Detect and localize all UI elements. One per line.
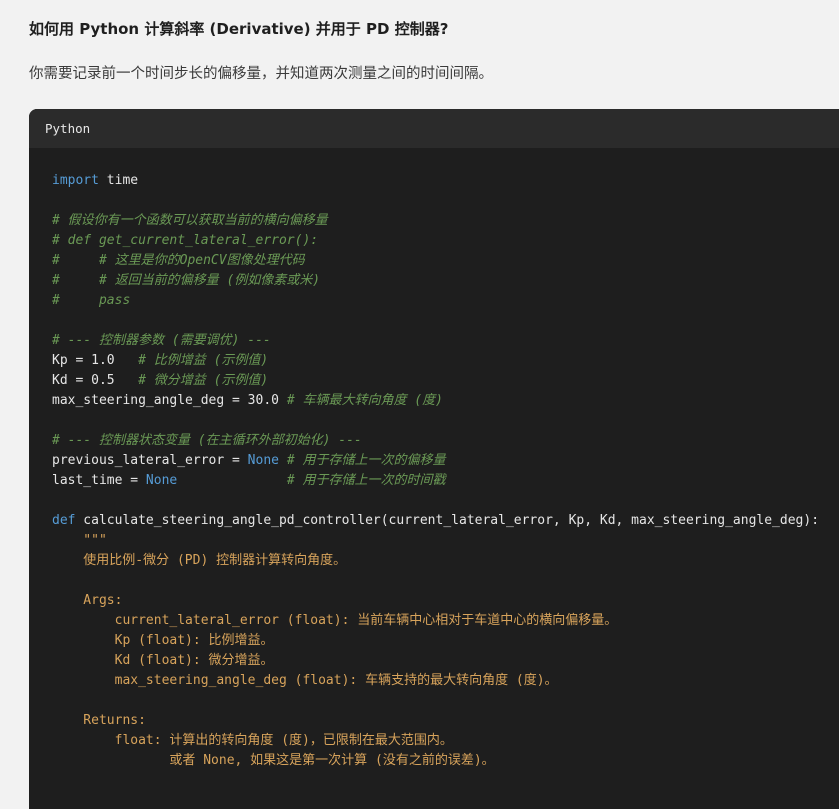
code-token: Kd (float): 微分增益。 — [52, 653, 274, 668]
code-token: calculate_steering_angle_pd_controller(c… — [75, 513, 820, 528]
code-line: current_lateral_error (float): 当前车辆中心相对于… — [52, 611, 819, 631]
code-token: None — [247, 453, 279, 468]
code-token: 或者 None, 如果这是第一次计算 (没有之前的误差)。 — [52, 753, 495, 768]
code-token: # --- 控制器状态变量 (在主循环外部初始化) --- — [52, 433, 362, 448]
code-token: # 用于存储上一次的偏移量 — [286, 453, 446, 468]
code-line: previous_lateral_error = None # 用于存储上一次的… — [52, 451, 819, 471]
code-line: Args: — [52, 591, 819, 611]
code-line: Kp (float): 比例增益。 — [52, 631, 819, 651]
code-token: max_steering_angle_deg = 30.0 — [52, 393, 287, 408]
code-token: """ — [52, 533, 107, 548]
code-token: current_lateral_error (float): 当前车辆中心相对于… — [52, 613, 618, 628]
code-line: Kd (float): 微分增益。 — [52, 651, 819, 671]
code-line: # --- 控制器参数 (需要调优) --- — [52, 331, 819, 351]
code-language-label: Python — [45, 121, 91, 136]
code-token: import — [52, 173, 99, 188]
code-content[interactable]: import time # 假设你有一个函数可以获取当前的横向偏移量 # def … — [52, 171, 819, 771]
code-line: def calculate_steering_angle_pd_controll… — [52, 511, 819, 531]
code-line: # # 返回当前的偏移量 (例如像素或米) — [52, 271, 819, 291]
code-token: float: 计算出的转向角度 (度)，已限制在最大范围内。 — [52, 733, 453, 748]
code-token: # # 这里是你的OpenCV图像处理代码 — [52, 253, 305, 268]
code-line: import time — [52, 171, 819, 191]
code-line: float: 计算出的转向角度 (度)，已限制在最大范围内。 — [52, 731, 819, 751]
code-token: # 微分增益 (示例值) — [138, 373, 269, 388]
code-line: # pass — [52, 291, 819, 311]
code-line: # --- 控制器状态变量 (在主循环外部初始化) --- — [52, 431, 819, 451]
code-line: # 假设你有一个函数可以获取当前的横向偏移量 — [52, 211, 819, 231]
code-line: 或者 None, 如果这是第一次计算 (没有之前的误差)。 — [52, 751, 819, 771]
code-line: Returns: — [52, 711, 819, 731]
code-token: # 假设你有一个函数可以获取当前的横向偏移量 — [52, 213, 328, 228]
code-line: max_steering_angle_deg = 30.0 # 车辆最大转向角度… — [52, 391, 819, 411]
code-token: Kp (float): 比例增益。 — [52, 633, 274, 648]
code-token: # # 返回当前的偏移量 (例如像素或米) — [52, 273, 321, 288]
code-token: 使用比例-微分 (PD) 控制器计算转向角度。 — [52, 553, 347, 568]
intro-paragraph: 你需要记录前一个时间步长的偏移量，并知道两次测量之间的时间间隔。 — [29, 66, 493, 82]
code-line: """ — [52, 531, 819, 551]
code-block: Python import time # 假设你有一个函数可以获取当前的横向偏移… — [29, 109, 839, 809]
code-line: 使用比例-微分 (PD) 控制器计算转向角度。 — [52, 551, 819, 571]
page-heading: 如何用 Python 计算斜率 (Derivative) 并用于 PD 控制器? — [29, 20, 449, 38]
code-line: max_steering_angle_deg (float): 车辆支持的最大转… — [52, 671, 819, 691]
code-line: last_time = None # 用于存储上一次的时间戳 — [52, 471, 819, 491]
code-token: # pass — [52, 293, 131, 308]
code-line: Kp = 1.0 # 比例增益 (示例值) — [52, 351, 819, 371]
code-token: Kd = 0.5 — [52, 373, 139, 388]
code-token: previous_lateral_error = — [52, 453, 248, 468]
code-token: # 用于存储上一次的时间戳 — [286, 473, 446, 488]
code-token: # 车辆最大转向角度 (度) — [286, 393, 443, 408]
code-token: # 比例增益 (示例值) — [138, 353, 269, 368]
code-token: max_steering_angle_deg (float): 车辆支持的最大转… — [52, 673, 558, 688]
code-token: time — [98, 173, 139, 188]
code-token: def — [52, 513, 76, 528]
code-token: Args: — [52, 593, 123, 608]
code-token: # --- 控制器参数 (需要调优) --- — [52, 333, 271, 348]
code-line: # def get_current_lateral_error(): — [52, 231, 819, 251]
code-line: # # 这里是你的OpenCV图像处理代码 — [52, 251, 819, 271]
code-token: Kp = 1.0 — [52, 353, 139, 368]
code-line: Kd = 0.5 # 微分增益 (示例值) — [52, 371, 819, 391]
code-block-header: Python — [29, 109, 839, 148]
code-token: Returns: — [52, 713, 146, 728]
code-token: None — [145, 473, 178, 488]
code-token: # def get_current_lateral_error(): — [52, 233, 319, 248]
code-token: last_time = — [52, 473, 146, 488]
